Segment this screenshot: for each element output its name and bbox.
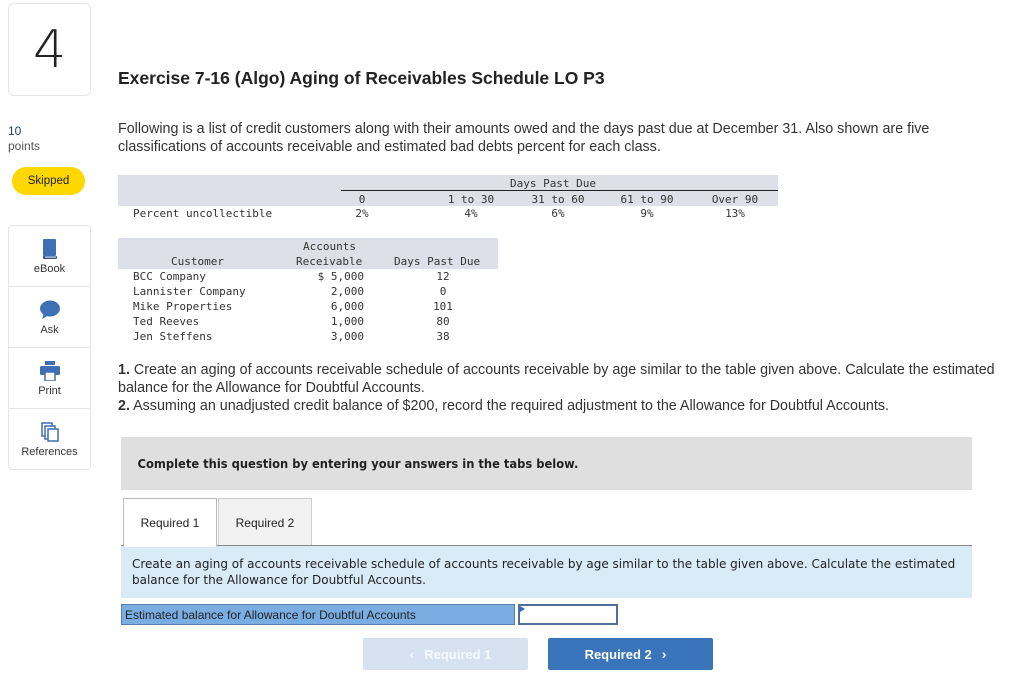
column-header-customer: Customer bbox=[171, 255, 224, 268]
points-info: 10 points bbox=[8, 124, 40, 154]
days-past-due: 101 bbox=[433, 300, 453, 313]
column-header: Over 90 bbox=[711, 193, 759, 206]
customer-name: Mike Properties bbox=[133, 300, 233, 313]
chevron-left-icon: ‹ bbox=[409, 646, 415, 662]
tool-references[interactable]: References bbox=[9, 409, 90, 469]
previous-required-button[interactable]: ‹ Required 1 bbox=[363, 638, 528, 670]
points-value: 10 bbox=[8, 124, 22, 138]
speech-bubble-icon bbox=[39, 299, 61, 321]
column-header-ar-line1: Accounts bbox=[303, 240, 356, 253]
ar-amount: 3,000 bbox=[330, 330, 364, 343]
requirement-number: 1. bbox=[118, 362, 130, 378]
header-rule bbox=[341, 190, 778, 191]
column-header: 31 to 60 bbox=[531, 193, 585, 206]
customer-name: Jen Steffens bbox=[133, 330, 213, 343]
allowance-balance-input[interactable] bbox=[518, 604, 618, 625]
tab-instructions: Create an aging of accounts receivable s… bbox=[121, 546, 972, 598]
table-row: BCC Company $ 5,000 12 bbox=[118, 270, 498, 285]
percent-value: 2% bbox=[355, 207, 369, 220]
ar-amount: 2,000 bbox=[330, 285, 364, 298]
row-label: Percent uncollectible bbox=[133, 207, 273, 220]
tool-label: Print bbox=[38, 384, 61, 397]
tools-panel: eBook Ask Print References bbox=[8, 225, 91, 470]
column-header: 0 bbox=[358, 193, 366, 206]
requirement-1: 1. Create an aging of accounts receivabl… bbox=[118, 361, 1018, 397]
days-past-due: 12 bbox=[436, 270, 450, 283]
tool-label: Ask bbox=[40, 323, 59, 336]
requirement-text: Assuming an unadjusted credit balance of… bbox=[129, 398, 889, 414]
status-badge: Skipped bbox=[12, 167, 85, 195]
percent-value: 6% bbox=[551, 207, 565, 220]
column-header: 61 to 90 bbox=[620, 193, 674, 206]
book-icon bbox=[42, 238, 58, 260]
customer-name: BCC Company bbox=[133, 270, 206, 283]
input-marker-icon bbox=[520, 606, 525, 612]
copy-pages-icon bbox=[40, 421, 59, 443]
tool-label: eBook bbox=[33, 262, 66, 275]
complete-banner: Complete this question by entering your … bbox=[121, 437, 972, 490]
tool-label: References bbox=[21, 445, 78, 458]
page-title: Exercise 7-16 (Algo) Aging of Receivable… bbox=[118, 68, 605, 88]
table-row: Jen Steffens 3,000 38 bbox=[118, 330, 498, 345]
answer-label: Estimated balance for Allowance for Doub… bbox=[121, 604, 515, 625]
requirement-number: 2. bbox=[118, 398, 130, 414]
percent-uncollectible-table: Days Past Due 0 1 to 30 31 to 60 61 to 9… bbox=[118, 175, 778, 225]
tool-ask[interactable]: Ask bbox=[9, 287, 90, 348]
column-header-days: Days Past Due bbox=[394, 255, 481, 268]
days-past-due: 0 bbox=[439, 285, 447, 298]
ar-amount: 6,000 bbox=[330, 300, 364, 313]
requirement-2: 2. Assuming an unadjusted credit balance… bbox=[118, 397, 1018, 415]
requirement-text: Create an aging of accounts receivable s… bbox=[118, 362, 995, 396]
column-header: 1 to 30 bbox=[447, 193, 495, 206]
tool-print[interactable]: Print bbox=[9, 348, 90, 409]
next-required-button[interactable]: Required 2 › bbox=[548, 638, 713, 670]
next-button-label: Required 2 bbox=[584, 646, 652, 662]
percent-value: 9% bbox=[640, 207, 654, 220]
complete-banner-text: Complete this question by entering your … bbox=[137, 456, 579, 471]
previous-button-label: Required 1 bbox=[424, 646, 492, 662]
ar-amount: 1,000 bbox=[330, 315, 364, 328]
table-row: Mike Properties 6,000 101 bbox=[118, 300, 498, 315]
intro-text: Following is a list of credit customers … bbox=[118, 121, 930, 155]
question-number-box: 4 bbox=[8, 3, 91, 96]
answer-row: Estimated balance for Allowance for Doub… bbox=[121, 604, 618, 627]
customer-name: Lannister Company bbox=[133, 285, 246, 298]
requirements-text: 1. Create an aging of accounts receivabl… bbox=[118, 361, 1018, 415]
ar-amount: $ 5,000 bbox=[317, 270, 364, 283]
question-number: 4 bbox=[32, 19, 67, 80]
chevron-right-icon: › bbox=[661, 646, 667, 662]
days-past-due: 38 bbox=[436, 330, 450, 343]
tab-required-1[interactable]: Required 1 bbox=[123, 498, 217, 547]
days-past-due: 80 bbox=[436, 315, 450, 328]
column-header-ar-line2: Receivable bbox=[296, 255, 363, 268]
points-label: points bbox=[8, 139, 41, 153]
customer-name: Ted Reeves bbox=[133, 315, 200, 328]
table-row: Lannister Company 2,000 0 bbox=[118, 285, 498, 300]
percent-value: 4% bbox=[464, 207, 478, 220]
group-header: Days Past Due bbox=[509, 177, 597, 190]
percent-value: 13% bbox=[725, 207, 745, 220]
table-row: Ted Reeves 1,000 80 bbox=[118, 315, 498, 330]
printer-icon bbox=[39, 360, 61, 382]
tool-ebook[interactable]: eBook bbox=[9, 226, 90, 287]
tab-required-2[interactable]: Required 2 bbox=[218, 498, 312, 547]
